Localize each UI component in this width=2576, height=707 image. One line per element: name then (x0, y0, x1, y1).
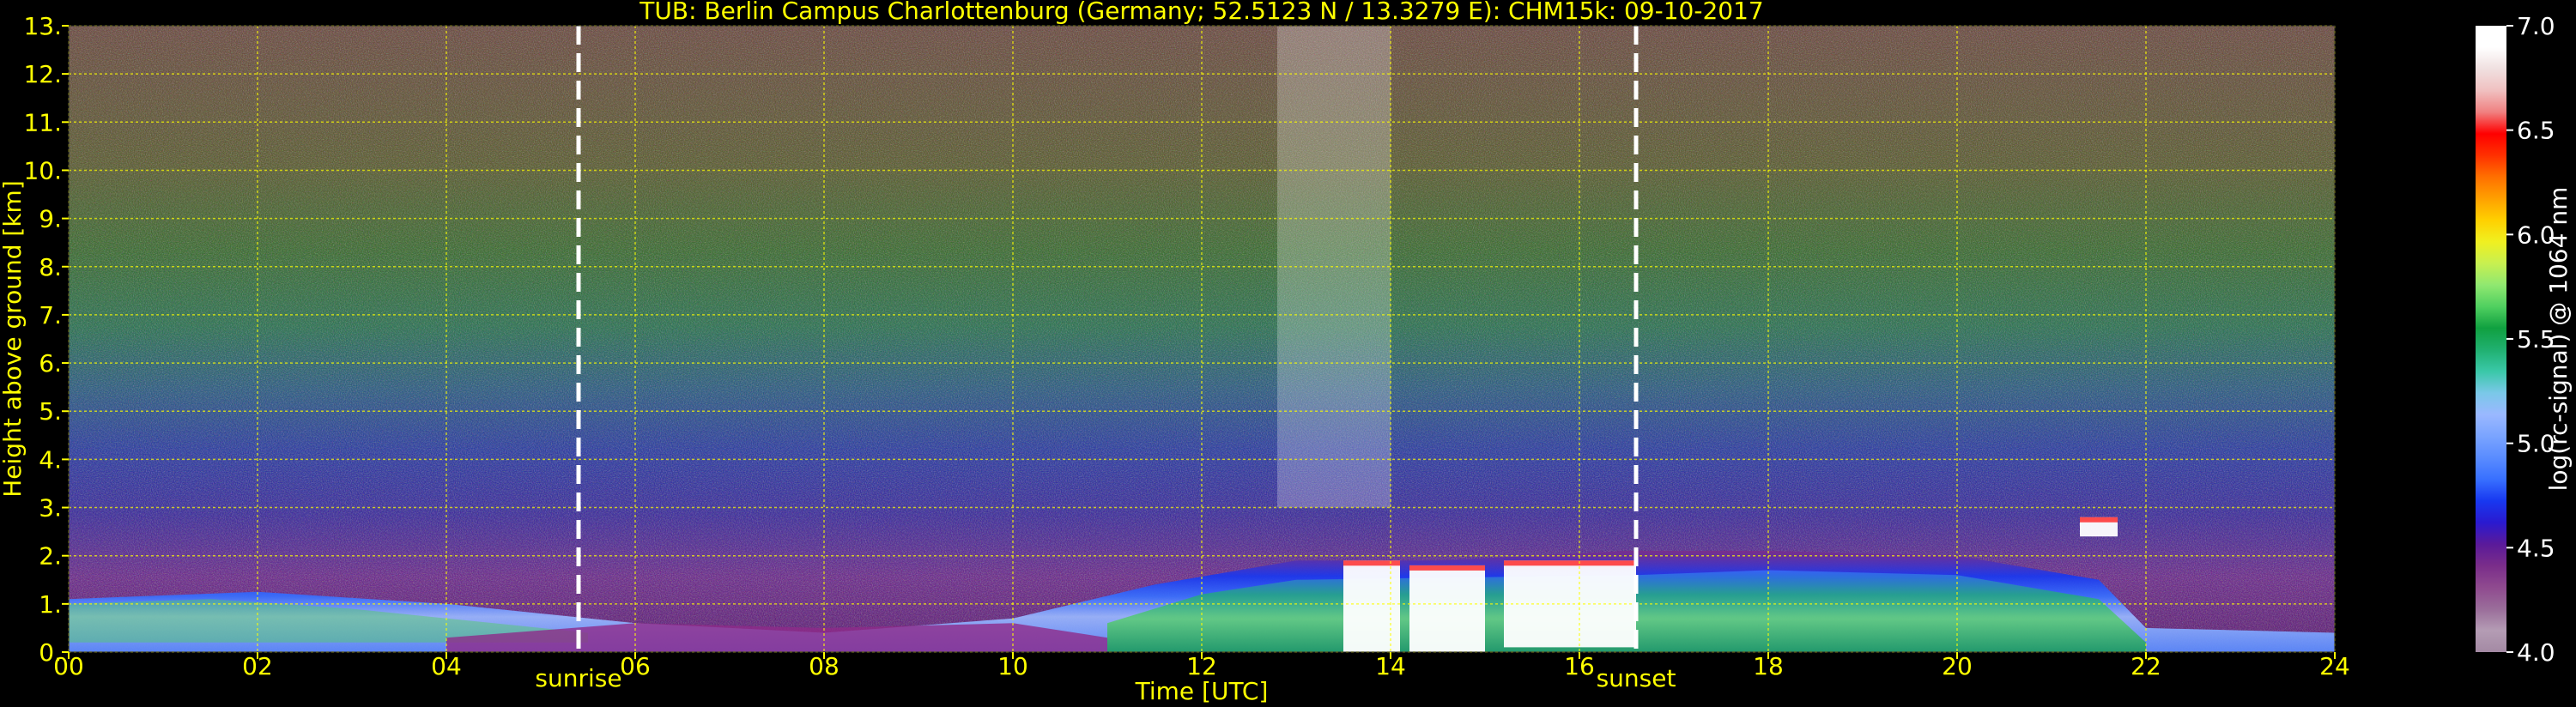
cloud-segment (1343, 560, 1400, 652)
lidar-quicklook-chart: sunrise sunset 0.1.2.3.4.5.6.7.8.9.10.11.… (0, 0, 2573, 705)
colorbar-label: log(rc-signal) @ 1064 nm (2544, 187, 2573, 492)
y-tick-label: 4. (39, 445, 62, 474)
y-tick-label: 7. (39, 301, 62, 329)
x-tick-label: 06 (620, 652, 651, 680)
y-axis-label: Height above ground [km] (0, 180, 27, 498)
y-tick-label: 11. (23, 108, 62, 136)
colorbar-tick-label: 4.5 (2517, 534, 2555, 562)
colorbar: 4.04.55.05.56.06.57.0 log(rc-signal) @ 1… (2476, 12, 2573, 667)
x-tick-label: 20 (1942, 652, 1973, 680)
x-tick-label: 16 (1564, 652, 1595, 680)
x-tick-label: 04 (431, 652, 462, 680)
chart-title: TUB: Berlin Campus Charlottenburg (Germa… (639, 0, 1763, 25)
sunrise-label: sunrise (535, 664, 621, 692)
x-tick-label: 22 (2131, 652, 2161, 680)
cloud-top-edge (1504, 560, 1636, 566)
x-tick-label: 14 (1375, 652, 1406, 680)
cloud-top-edge (1409, 565, 1485, 571)
x-tick-label: 18 (1753, 652, 1784, 680)
cloud-segment (1409, 565, 1485, 652)
y-tick-label: 1. (39, 590, 62, 619)
y-tick-label: 5. (39, 397, 62, 426)
x-axis-label: Time [UTC] (1135, 677, 1269, 705)
x-tick-label: 02 (242, 652, 273, 680)
y-axis-ticks: 0.1.2.3.4.5.6.7.8.9.10.11.12.13. (23, 12, 69, 667)
x-tick-label: 08 (809, 652, 839, 680)
cloud-top-edge (2080, 517, 2118, 523)
sunset-label: sunset (1597, 664, 1676, 692)
colorbar-tick-label: 7.0 (2517, 12, 2555, 40)
y-tick-label: 6. (39, 349, 62, 378)
y-tick-label: 12. (23, 60, 62, 88)
y-tick-label: 3. (39, 494, 62, 523)
y-tick-label: 9. (39, 205, 62, 233)
x-tick-label: 00 (53, 652, 84, 680)
x-tick-label: 24 (2319, 652, 2350, 680)
y-tick-label: 10. (23, 156, 62, 184)
x-tick-label: 10 (997, 652, 1028, 680)
cloud-top-edge (1343, 560, 1400, 566)
y-tick-label: 2. (39, 542, 62, 571)
colorbar-scale (2476, 26, 2506, 652)
colorbar-tick-label: 4.0 (2517, 638, 2555, 667)
y-tick-label: 8. (39, 253, 62, 281)
y-tick-label: 13. (23, 12, 62, 40)
colorbar-tick-label: 6.5 (2517, 117, 2555, 145)
